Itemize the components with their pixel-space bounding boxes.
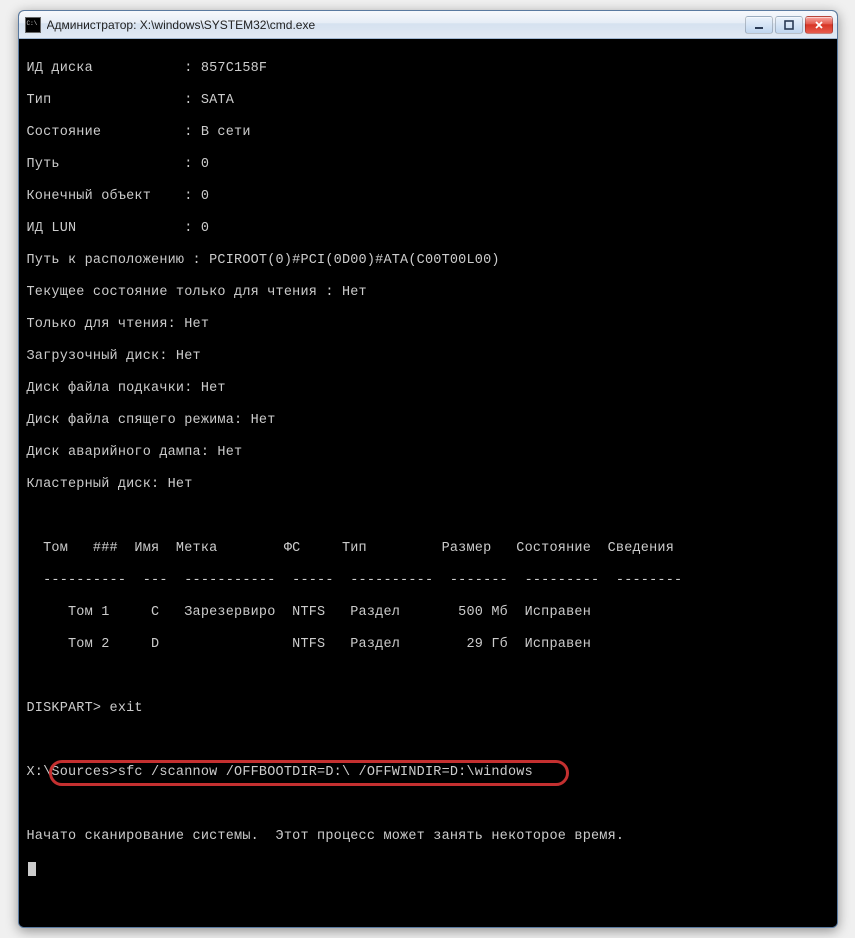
- output-line: [27, 733, 829, 749]
- output-line: Путь к расположению : PCIROOT(0)#PCI(0D0…: [27, 253, 829, 269]
- window-titlebar[interactable]: Администратор: X:\windows\SYSTEM32\cmd.e…: [19, 11, 837, 39]
- close-icon: [814, 20, 824, 30]
- cursor: [28, 862, 36, 876]
- output-line: Только для чтения: Нет: [27, 317, 829, 333]
- maximize-button[interactable]: [775, 16, 803, 34]
- output-line: Конечный объект : 0: [27, 189, 829, 205]
- output-line: Кластерный диск: Нет: [27, 477, 829, 493]
- output-line: Путь : 0: [27, 157, 829, 173]
- output-line: Диск файла подкачки: Нет: [27, 381, 829, 397]
- scan-status-line: Начато сканирование системы. Этот процес…: [27, 829, 829, 845]
- sfc-command-line: X:\Sources>sfc /scannow /OFFBOOTDIR=D:\ …: [27, 765, 829, 781]
- table-row: Том 1 C Зарезервиро NTFS Раздел 500 Мб И…: [27, 605, 829, 621]
- output-line: ИД LUN : 0: [27, 221, 829, 237]
- minimize-icon: [754, 20, 764, 30]
- output-line: [27, 797, 829, 813]
- terminal-output[interactable]: ИД диска : 857C158F Тип : SATA Состояние…: [19, 39, 837, 927]
- output-line: Состояние : В сети: [27, 125, 829, 141]
- output-line: [27, 669, 829, 685]
- minimize-button[interactable]: [745, 16, 773, 34]
- window-title: Администратор: X:\windows\SYSTEM32\cmd.e…: [47, 18, 745, 32]
- table-row: Том 2 D NTFS Раздел 29 Гб Исправен: [27, 637, 829, 653]
- output-line: ИД диска : 857C158F: [27, 61, 829, 77]
- table-separator: ---------- --- ----------- ----- -------…: [27, 573, 829, 589]
- cmd-app-icon: [25, 17, 41, 33]
- maximize-icon: [784, 20, 794, 30]
- output-line: Тип : SATA: [27, 93, 829, 109]
- close-button[interactable]: [805, 16, 833, 34]
- table-header: Том ### Имя Метка ФС Тип Размер Состояни…: [27, 541, 829, 557]
- output-line: Загрузочный диск: Нет: [27, 349, 829, 365]
- output-line: [27, 509, 829, 525]
- cmd-window: Администратор: X:\windows\SYSTEM32\cmd.e…: [18, 10, 838, 928]
- window-buttons: [745, 16, 833, 34]
- output-line: Диск файла спящего режима: Нет: [27, 413, 829, 429]
- output-line: Текущее состояние только для чтения : Не…: [27, 285, 829, 301]
- output-line: Диск аварийного дампа: Нет: [27, 445, 829, 461]
- diskpart-exit-line: DISKPART> exit: [27, 701, 829, 717]
